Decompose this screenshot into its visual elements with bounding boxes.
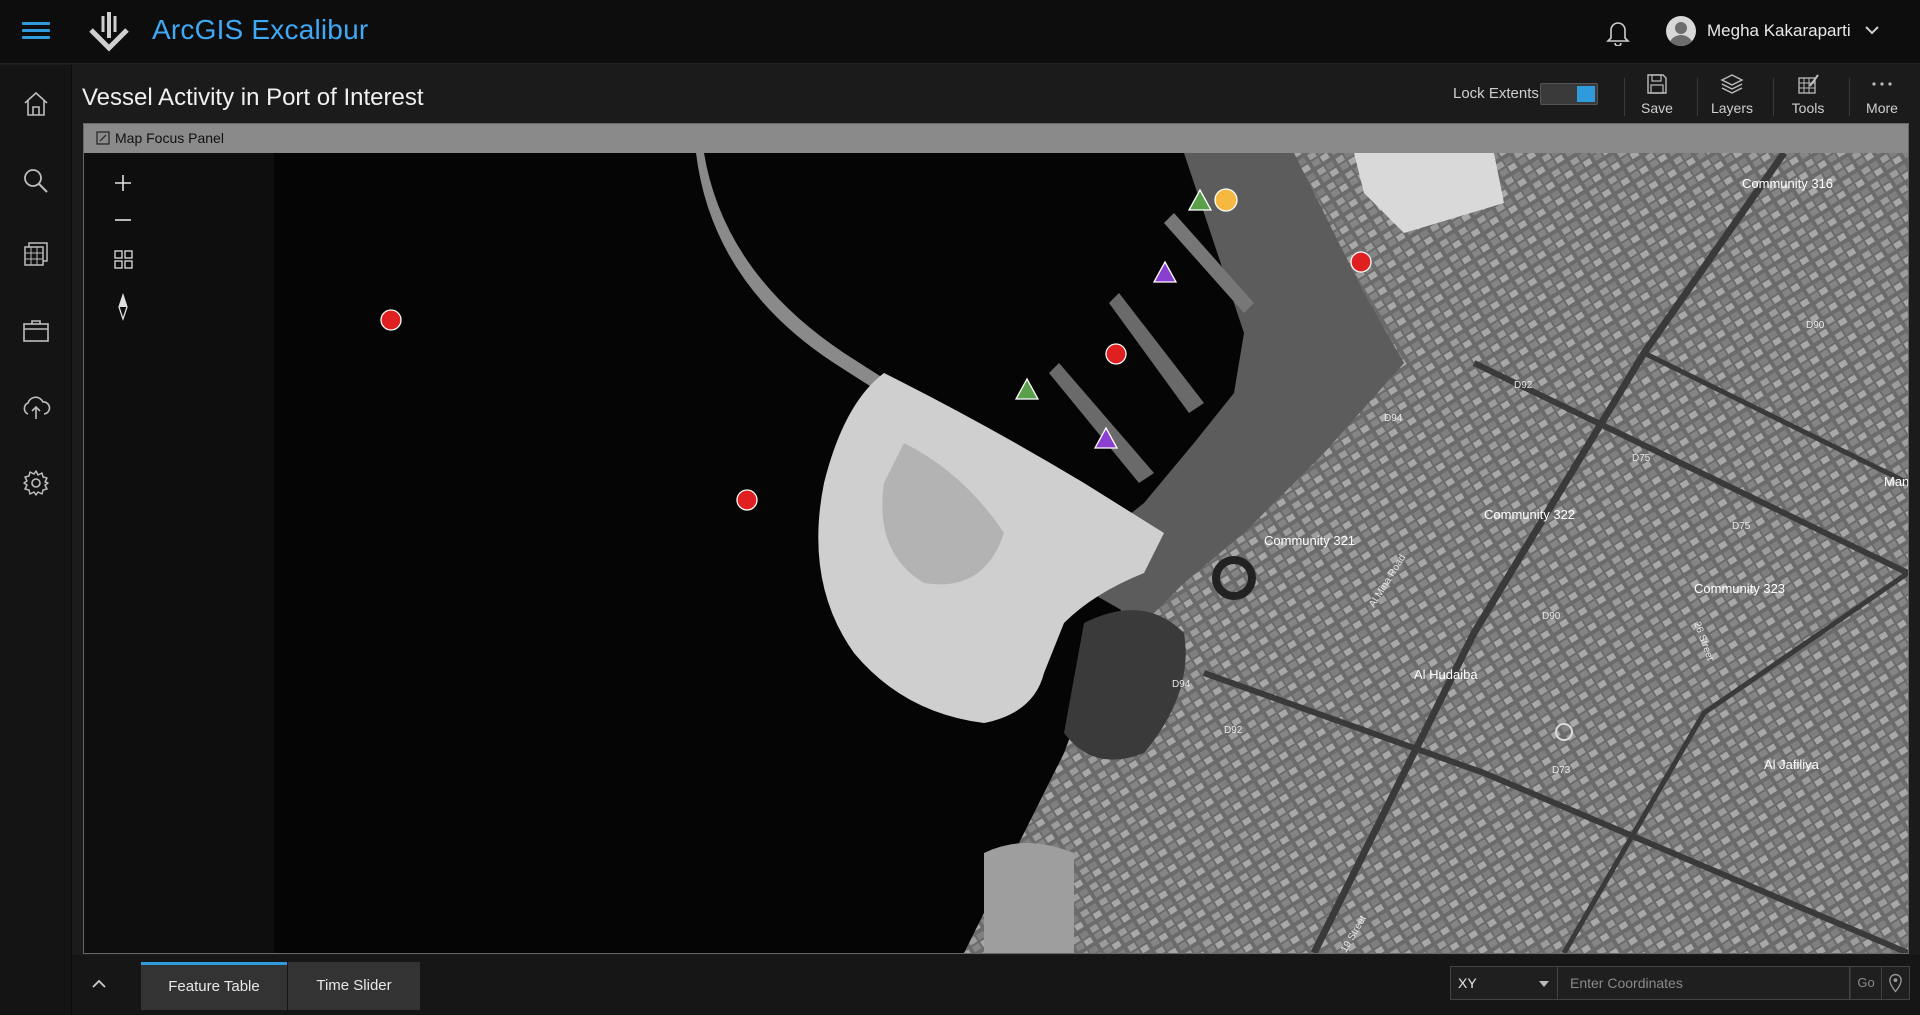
layers-label: Layers [1710, 100, 1754, 116]
chevron-down-icon[interactable] [1862, 20, 1882, 40]
red-vessel-marker[interactable] [380, 309, 402, 331]
page-title: Vessel Activity in Port of Interest [82, 84, 424, 111]
road-label: D75 [1632, 453, 1651, 464]
more-button[interactable]: More [1847, 70, 1917, 120]
coordinate-input[interactable] [1558, 966, 1850, 1000]
toggle-knob [1577, 86, 1595, 102]
road-label: D92 [1514, 380, 1533, 391]
save-button[interactable]: Save [1622, 70, 1692, 120]
lock-extents-label: Lock Extents [1453, 85, 1539, 102]
road-label: D75 [1732, 521, 1751, 532]
road-label: D94 [1384, 413, 1403, 424]
compass-icon[interactable] [105, 290, 141, 324]
tools-button[interactable]: Tools [1773, 70, 1843, 120]
go-button[interactable]: Go [1850, 966, 1882, 1000]
map-label: Community 321 [1264, 533, 1355, 548]
red-vessel-marker[interactable] [1105, 343, 1127, 365]
layers-button[interactable]: Layers [1697, 70, 1767, 120]
map-panel: Map Focus Panel Community 316 Community … [83, 123, 1909, 954]
map-label: Mankhoo [1884, 474, 1908, 489]
caret-down-icon [1539, 981, 1549, 987]
road-label: D94 [1172, 679, 1191, 690]
tools-label: Tools [1791, 100, 1825, 116]
gear-icon[interactable] [18, 465, 54, 501]
coordinate-type-value: XY [1458, 975, 1477, 991]
road-label: D73 [1552, 765, 1571, 776]
map-canvas[interactable]: Community 316 Community 321 Community 32… [84, 153, 1908, 953]
zoom-out-button[interactable] [105, 203, 141, 237]
orange-vessel-marker[interactable] [1214, 188, 1238, 212]
tools-icon [1798, 74, 1819, 94]
map-label: Community 323 [1694, 581, 1785, 596]
user-icon [1669, 22, 1693, 46]
chevron-up-icon[interactable] [87, 972, 111, 996]
home-icon[interactable] [18, 86, 54, 122]
road-label: D90 [1542, 611, 1561, 622]
lock-extents-toggle[interactable] [1540, 83, 1598, 105]
beach [984, 843, 1074, 953]
image-stack-icon[interactable] [18, 237, 54, 273]
layers-icon [1720, 74, 1744, 94]
tab-time-slider[interactable]: Time Slider [288, 962, 420, 1010]
excalibur-logo [89, 12, 129, 52]
red-vessel-marker[interactable] [736, 489, 758, 511]
more-dots-icon [1872, 82, 1892, 86]
tab-feature-table[interactable]: Feature Table [141, 962, 287, 1010]
avatar[interactable] [1666, 16, 1696, 46]
location-pin-icon[interactable] [1882, 966, 1910, 1000]
save-icon [1647, 74, 1667, 94]
sidebar [0, 65, 72, 1015]
map-label: Al Hudaiba [1414, 667, 1478, 682]
more-label: More [1866, 100, 1898, 116]
extent-icon[interactable] [105, 242, 141, 276]
edit-panel-icon[interactable] [96, 131, 110, 145]
road-label: D90 [1806, 320, 1825, 331]
user-name[interactable]: Megha Kakaraparti [1707, 21, 1851, 41]
map-label: Al Jafiliya [1764, 757, 1820, 772]
map-label: Community 316 [1742, 176, 1833, 191]
search-icon[interactable] [18, 163, 54, 199]
red-vessel-marker[interactable] [1350, 251, 1372, 273]
coordinate-type-select[interactable]: XY [1450, 966, 1558, 1000]
map-focus-panel-title: Map Focus Panel [115, 130, 224, 146]
notification-bell-icon[interactable] [1605, 18, 1631, 46]
top-bar: ArcGIS Excalibur Megha Kakaraparti [0, 0, 1920, 64]
hamburger-menu-icon[interactable] [20, 18, 52, 46]
map-label: Community 322 [1484, 507, 1575, 522]
map-focus-panel-bar: Map Focus Panel [84, 124, 1908, 153]
road-label: D92 [1224, 725, 1243, 736]
zoom-in-button[interactable] [105, 166, 141, 200]
briefcase-icon[interactable] [18, 313, 54, 349]
save-label: Save [1641, 100, 1673, 116]
upload-cloud-icon[interactable] [18, 389, 54, 425]
app-title: ArcGIS Excalibur [152, 14, 369, 45]
